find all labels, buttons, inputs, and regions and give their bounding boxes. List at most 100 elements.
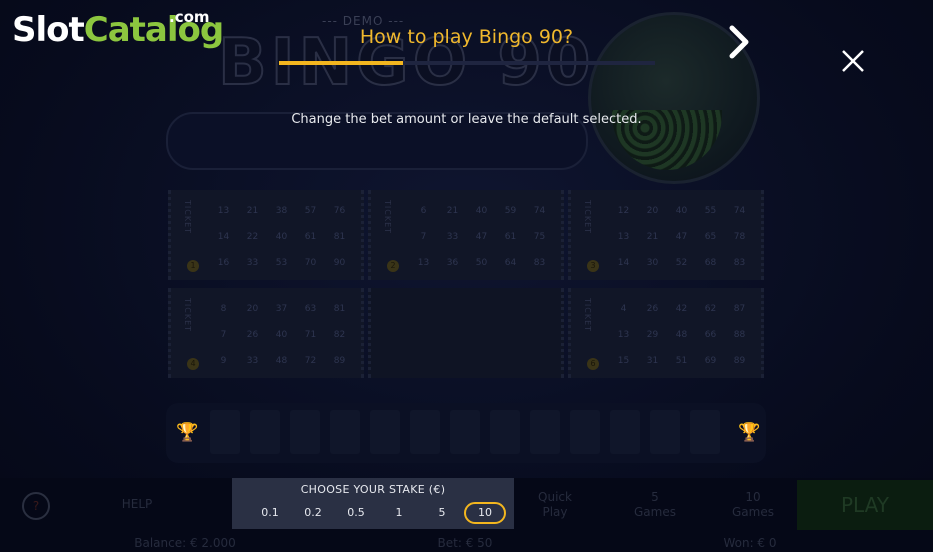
ticket-cell: 59 <box>504 206 517 216</box>
prize-slot <box>570 410 600 454</box>
ticket-grid: 13 21 38 57 76 14 22 40 61 81 16 33 53 70 90 <box>209 198 354 276</box>
ticket-cell: 14 <box>217 232 230 242</box>
ticket-cell: 21 <box>446 206 459 216</box>
ticket-number-badge: 1 <box>187 260 199 272</box>
five-games-button[interactable]: 5 Games <box>625 490 685 520</box>
ticket-cell: 74 <box>533 206 546 216</box>
ticket-cell: 74 <box>733 206 746 216</box>
play-button[interactable]: PLAY <box>797 480 933 530</box>
ticket-cell: 47 <box>475 232 488 242</box>
ticket-cell: 33 <box>246 356 259 366</box>
ticket-cell: 61 <box>504 232 517 242</box>
stake-title: CHOOSE YOUR STAKE (€) <box>300 483 446 496</box>
ticket-cell: 14 <box>617 258 630 268</box>
ticket-cell: 15 <box>617 356 630 366</box>
ticket-cell: 88 <box>733 330 746 340</box>
tutorial-progress-fill <box>279 61 404 65</box>
ten-games-button[interactable]: 10 Games <box>723 490 783 520</box>
quick-play-button[interactable]: Quick Play <box>525 490 585 520</box>
trophy-icon: 🏆 <box>176 422 199 443</box>
ticket-cell: 68 <box>704 258 717 268</box>
stake-option[interactable]: 10 <box>464 502 506 524</box>
ticket-cell: 30 <box>646 258 659 268</box>
ticket-cell: 52 <box>675 258 688 268</box>
ticket-cell: 40 <box>475 206 488 216</box>
balance-readout: Balance: € 2.000 <box>134 536 236 550</box>
ticket-cell: 53 <box>275 258 288 268</box>
ticket-cell: 26 <box>646 304 659 314</box>
ticket-cell: 20 <box>246 304 259 314</box>
ticket-label: TICKET <box>383 200 392 235</box>
ticket-grid: 4 26 42 62 87 13 29 48 66 88 15 31 51 69 89 <box>609 296 754 374</box>
ticket-cell: 21 <box>646 232 659 242</box>
ticket-cell: 71 <box>304 330 317 340</box>
ticket-cell: 55 <box>704 206 717 216</box>
ticket-label: TICKET <box>183 298 192 333</box>
stake-option[interactable]: 0.2 <box>292 502 334 524</box>
prize-slot <box>650 410 680 454</box>
bingo-ticket: TICKET 2 6 21 40 59 74 7 33 47 61 75 13 36 50 64 83 <box>368 190 564 280</box>
prize-slot <box>690 410 720 454</box>
ticket-cell: 31 <box>646 356 659 366</box>
ticket-grid: 6 21 40 59 74 7 33 47 61 75 13 36 50 64 83 <box>409 198 554 276</box>
ticket-cell: 33 <box>446 232 459 242</box>
ticket-label: TICKET <box>583 200 592 235</box>
ticket-cell: 9 <box>220 356 227 366</box>
help-button[interactable]: HELP <box>110 497 164 511</box>
ticket-cell: 33 <box>246 258 259 268</box>
ticket-number-badge: 3 <box>587 260 599 272</box>
ticket-cell: 50 <box>475 258 488 268</box>
ticket-cell: 63 <box>304 304 317 314</box>
ticket-cell: 40 <box>675 206 688 216</box>
ticket-cell: 69 <box>704 356 717 366</box>
ticket-cell: 40 <box>275 330 288 340</box>
prize-slot <box>490 410 520 454</box>
ticket-cell: 36 <box>446 258 459 268</box>
ticket-grid: 8 20 37 63 81 7 26 40 71 82 9 33 48 72 89 <box>209 296 354 374</box>
prize-slot <box>290 410 320 454</box>
stake-option[interactable]: 1 <box>378 502 420 524</box>
ticket-cell: 82 <box>333 330 346 340</box>
next-arrow-icon[interactable] <box>726 24 752 60</box>
ticket-cell: 90 <box>333 258 346 268</box>
ticket-cell: 72 <box>304 356 317 366</box>
help-icon[interactable]: ? <box>22 492 50 520</box>
ticket-cell: 13 <box>417 258 430 268</box>
bet-readout: Bet: € 50 <box>437 536 493 550</box>
ticket-cell: 70 <box>304 258 317 268</box>
ticket-cell: 12 <box>617 206 630 216</box>
ticket-cell: 81 <box>333 304 346 314</box>
ticket-cell: 83 <box>733 258 746 268</box>
ticket-cell: 20 <box>646 206 659 216</box>
ticket-cell: 21 <box>246 206 259 216</box>
stake-option[interactable]: 5 <box>421 502 463 524</box>
stake-option[interactable]: 0.1 <box>249 502 291 524</box>
ticket-cell: 51 <box>675 356 688 366</box>
ticket-cell: 81 <box>333 232 346 242</box>
bingo-ticket: TICKET 4 8 20 37 63 81 7 26 40 71 82 9 33 48 72 89 <box>168 288 364 378</box>
ticket-label: TICKET <box>583 298 592 333</box>
ticket-cell: 38 <box>275 206 288 216</box>
ticket-cell: 75 <box>533 232 546 242</box>
ticket-cell: 83 <box>533 258 546 268</box>
bingo-ticket: TICKET 6 4 26 42 62 87 13 29 48 66 88 15 31 51 69 89 <box>568 288 764 378</box>
ticket-cell: 13 <box>217 206 230 216</box>
close-icon[interactable] <box>840 48 866 74</box>
ticket-cell: 47 <box>675 232 688 242</box>
tutorial-instruction: Change the bet amount or leave the defau… <box>291 112 642 127</box>
ticket-cell: 40 <box>275 232 288 242</box>
ticket-cell: 22 <box>246 232 259 242</box>
ticket-cell: 42 <box>675 304 688 314</box>
ticket-cell: 65 <box>704 232 717 242</box>
ticket-cell: 78 <box>733 232 746 242</box>
bingo-ticket <box>368 288 564 378</box>
ticket-cell: 7 <box>420 232 427 242</box>
tutorial-progress <box>279 61 655 65</box>
bingo-ticket: TICKET 1 13 21 38 57 76 14 22 40 61 81 16 33 53 70 90 <box>168 190 364 280</box>
ticket-cell: 16 <box>217 258 230 268</box>
stake-option[interactable]: 0.5 <box>335 502 377 524</box>
ticket-number-badge: 4 <box>187 358 199 370</box>
prize-slot <box>450 410 480 454</box>
prize-slot <box>610 410 640 454</box>
ticket-number-badge: 2 <box>387 260 399 272</box>
